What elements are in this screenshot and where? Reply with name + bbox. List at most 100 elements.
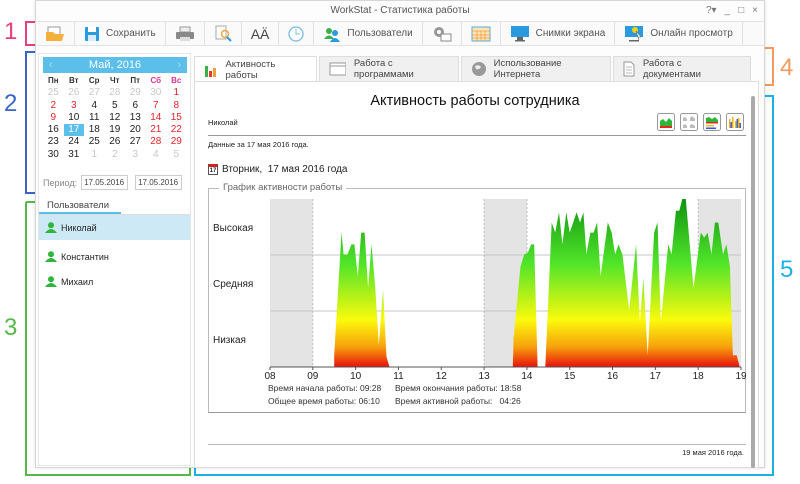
calendar-day[interactable]: 14 [146, 112, 167, 124]
calendar-day[interactable]: 21 [146, 124, 167, 136]
user-item[interactable]: Николай [39, 215, 190, 240]
calendar-month: Май, 2016 [88, 59, 142, 71]
weekday-label: Ср [88, 76, 100, 85]
x-tick-label: 15 [564, 371, 576, 382]
calendar-day[interactable]: 17 [63, 124, 84, 137]
screenshots-button[interactable]: Снимки экрана [501, 22, 616, 45]
calendar-day[interactable]: 18 [84, 124, 105, 136]
period-to-input[interactable] [135, 175, 183, 190]
calendar-day[interactable]: 1 [166, 87, 187, 99]
close-button[interactable]: × [752, 5, 758, 16]
calendar-day[interactable]: 3 [125, 149, 146, 161]
window-title: WorkStat - Статистика работы [330, 5, 470, 16]
calendar-day[interactable]: 30 [43, 149, 64, 161]
calendar-day[interactable]: 8 [166, 100, 187, 112]
weekday-label: Вт [68, 76, 79, 85]
calendar-day[interactable]: 19 [105, 124, 126, 136]
calendar-day[interactable]: 24 [64, 136, 85, 148]
settings-button[interactable] [423, 22, 462, 45]
window-controls: ?▾ _ □ × [706, 5, 758, 16]
total-value: 06:10 [358, 396, 380, 406]
calendar-day[interactable]: 5 [105, 100, 126, 112]
calendar-day[interactable]: 7 [146, 100, 167, 112]
app-window: WorkStat - Статистика работы ?▾ _ □ × Со… [35, 0, 765, 468]
non-working-band [270, 199, 313, 367]
online-view-label: Онлайн просмотр [650, 28, 733, 39]
calendar-day[interactable]: 15 [166, 112, 187, 124]
users-button[interactable]: Пользователи [314, 22, 423, 45]
x-tick-label: 19 [735, 371, 747, 382]
calendar-day[interactable]: 28 [146, 136, 167, 148]
calendar-day[interactable]: 25 [84, 136, 105, 148]
x-tick-label: 09 [307, 371, 319, 382]
calendar-day[interactable]: 20 [125, 124, 146, 136]
period-row: Период: [43, 175, 183, 190]
preview-button[interactable] [205, 22, 242, 45]
save-button[interactable]: Сохранить [75, 22, 166, 45]
main-panel: Активность работы Работа с программами И… [194, 56, 761, 468]
weekday-label: Вс [171, 76, 182, 85]
calendar-day[interactable]: 27 [125, 136, 146, 148]
calendar-day[interactable]: 9 [43, 112, 64, 124]
tab-work-activity[interactable]: Активность работы [194, 56, 317, 82]
calendar-day[interactable]: 31 [64, 149, 85, 161]
print-icon [175, 26, 194, 41]
calendar-day[interactable]: 5 [166, 149, 187, 161]
document-icon [623, 61, 635, 77]
calendar-day[interactable]: 25 [43, 87, 64, 99]
open-button[interactable] [36, 22, 75, 45]
calendar-day[interactable]: 23 [43, 136, 64, 148]
users-label: Пользователи [347, 28, 413, 39]
schedule-button[interactable] [462, 22, 501, 45]
monitor-icon [510, 26, 529, 42]
calendar-day[interactable]: 13 [125, 112, 146, 124]
calendar-day[interactable]: 29 [166, 136, 187, 148]
online-view-button[interactable]: Онлайн просмотр [615, 22, 743, 45]
prev-month-button[interactable]: ‹ [49, 57, 53, 73]
calendar-day[interactable]: 22 [166, 124, 187, 136]
x-tick-label: 17 [650, 371, 662, 382]
users-icon [324, 27, 341, 42]
period-from-input[interactable] [81, 175, 129, 190]
user-name: Михаил [61, 276, 94, 287]
calendar-day[interactable]: 3 [64, 100, 85, 112]
calendar-day[interactable]: 6 [125, 100, 146, 112]
calendar-day[interactable]: 26 [105, 136, 126, 148]
calendar-day[interactable]: 4 [146, 149, 167, 161]
calendar-day[interactable]: 29 [125, 87, 146, 99]
calendar-day[interactable]: 10 [64, 112, 85, 124]
time-button[interactable] [279, 22, 315, 45]
tab-documents[interactable]: Работа с документами [613, 56, 751, 81]
user-item[interactable]: Михаил [39, 269, 190, 294]
vertical-scrollbar[interactable] [751, 96, 755, 468]
next-month-button[interactable]: › [177, 57, 181, 73]
x-tick-label: 16 [607, 371, 619, 382]
clock-icon [288, 25, 305, 42]
calendar-day[interactable]: 16 [43, 124, 64, 136]
font-button[interactable]: AÄ [242, 22, 280, 45]
weekday-label: Сб [150, 76, 162, 85]
save-icon [85, 26, 99, 41]
calendar-day[interactable]: 26 [64, 87, 85, 99]
print-button[interactable] [166, 22, 205, 45]
tab-users[interactable]: Пользователи [47, 200, 109, 211]
calendar-grid-icon [471, 26, 491, 41]
minimize-button[interactable]: _ [725, 5, 731, 16]
window-icon [329, 62, 346, 76]
calendar-day[interactable]: 4 [84, 100, 105, 112]
weekday-label: Пт [130, 76, 141, 85]
user-item[interactable]: Константин [39, 244, 190, 269]
help-button[interactable]: ?▾ [706, 5, 717, 16]
calendar-day[interactable]: 2 [43, 100, 64, 112]
calendar-day[interactable]: 28 [105, 87, 126, 99]
maximize-button[interactable]: □ [738, 5, 744, 16]
calendar-day[interactable]: 30 [146, 87, 167, 99]
calendar-day[interactable]: 11 [84, 112, 105, 124]
tab-internet[interactable]: Использование Интернета [461, 56, 611, 81]
calendar-day[interactable]: 1 [84, 149, 105, 161]
report-content: Активность работы сотрудника Николай Дан… [194, 81, 759, 468]
calendar-day[interactable]: 27 [84, 87, 105, 99]
calendar-day[interactable]: 12 [105, 112, 126, 124]
calendar-day[interactable]: 2 [105, 149, 126, 161]
tab-programs[interactable]: Работа с программами [319, 56, 459, 81]
